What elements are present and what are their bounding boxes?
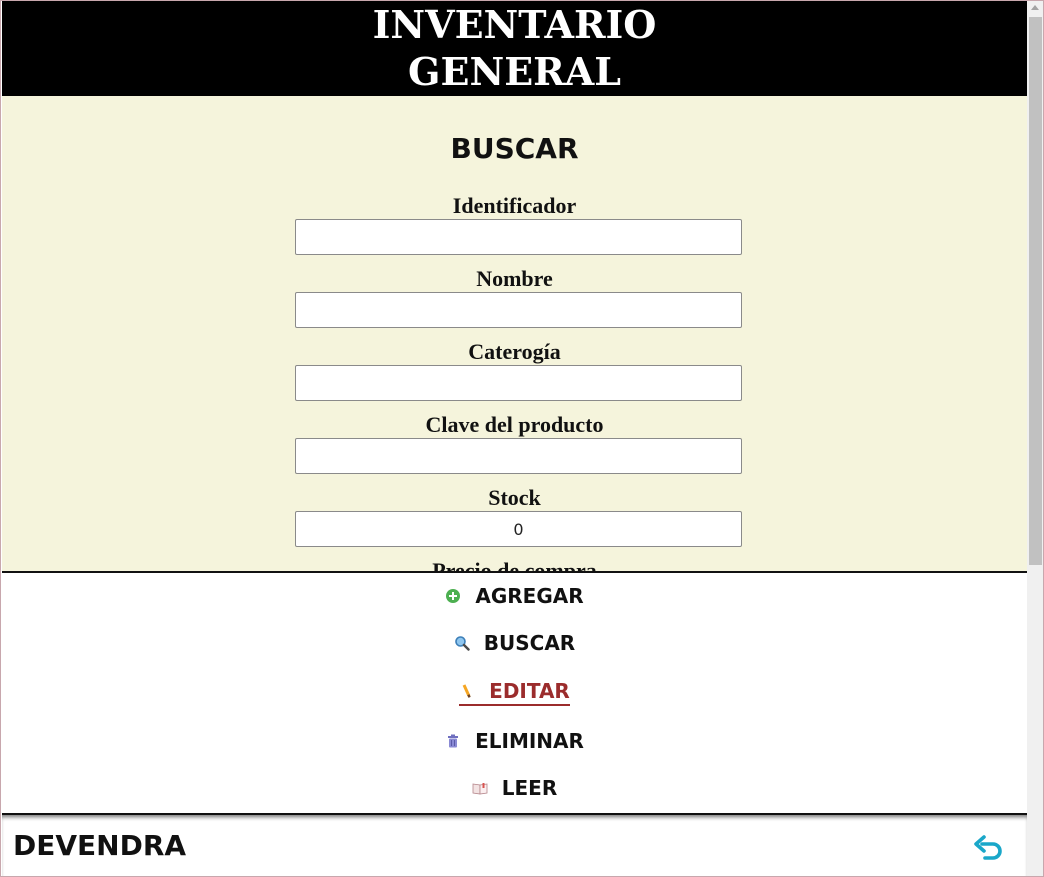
- nombre-label: Nombre: [476, 266, 553, 291]
- menu-item-eliminar[interactable]: ELIMINAR: [2, 729, 1027, 759]
- menu-item-leer[interactable]: LEER: [2, 776, 1027, 806]
- brand-name: DEVENDRA: [13, 829, 187, 862]
- scrollbar-thumb[interactable]: [1029, 17, 1042, 565]
- menu-item-editar[interactable]: EDITAR: [2, 679, 1027, 709]
- precio-compra-label: Precio de compra: [432, 558, 597, 572]
- page-header: INVENTARIO GENERAL: [2, 1, 1027, 96]
- menu-item-label: EDITAR: [489, 679, 570, 703]
- categoria-label: Caterogía: [468, 339, 561, 364]
- identificador-label: Identificador: [452, 193, 577, 218]
- identificador-input[interactable]: [295, 219, 742, 255]
- trash-icon: [448, 734, 459, 748]
- action-menu: AGREGAR BUSCAR EDITAR ELIMINAR LEER: [2, 571, 1027, 815]
- stock-label: Stock: [488, 485, 541, 510]
- magnifier-icon: [454, 636, 470, 651]
- menu-item-label: BUSCAR: [483, 631, 576, 655]
- header-title-line-2: GENERAL: [408, 49, 621, 94]
- undo-arrow-icon[interactable]: [973, 832, 1005, 864]
- vertical-scrollbar[interactable]: [1027, 1, 1043, 876]
- menu-item-buscar[interactable]: BUSCAR: [2, 631, 1027, 661]
- search-form: BUSCAR Identificador Nombre Caterogía Cl…: [2, 96, 1027, 572]
- footer-bar: DEVENDRA: [2, 813, 1027, 876]
- categoria-input[interactable]: [295, 365, 742, 401]
- pencil-icon: [462, 684, 471, 698]
- form-title: BUSCAR: [450, 132, 579, 165]
- clave-producto-input[interactable]: [295, 438, 742, 474]
- stock-input[interactable]: [295, 511, 742, 547]
- menu-item-agregar[interactable]: AGREGAR: [2, 584, 1027, 614]
- nombre-input[interactable]: [295, 292, 742, 328]
- menu-item-label: LEER: [501, 776, 558, 800]
- menu-item-label: AGREGAR: [475, 584, 584, 608]
- clave-producto-label: Clave del producto: [425, 412, 604, 437]
- scroll-up-arrow-icon[interactable]: [1031, 5, 1039, 10]
- menu-item-label: ELIMINAR: [475, 729, 584, 753]
- app-window: INVENTARIO GENERAL BUSCAR Identificador …: [0, 0, 1044, 877]
- plus-circle-icon: [446, 589, 461, 603]
- book-icon: [472, 783, 488, 795]
- header-title-line-1: INVENTARIO: [372, 2, 657, 47]
